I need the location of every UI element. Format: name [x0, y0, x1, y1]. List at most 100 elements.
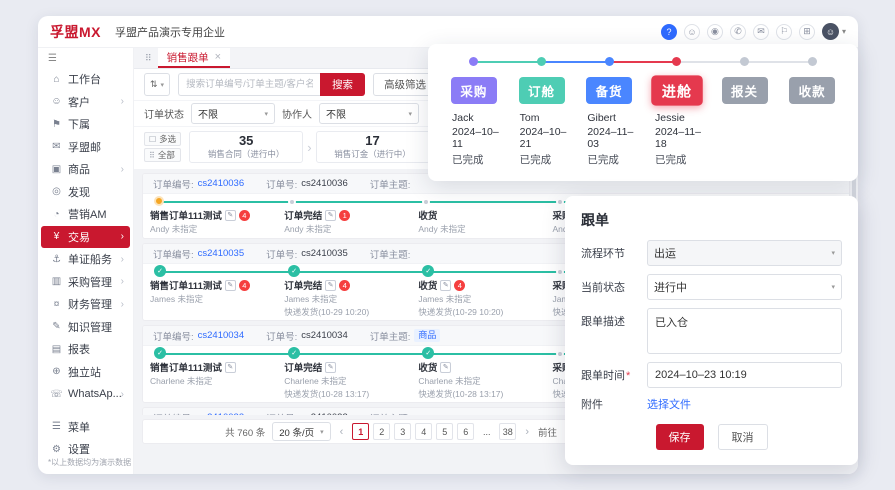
page-button-6[interactable]: 6	[457, 423, 475, 440]
sidebar-item-trade[interactable]: ¥ 交易 ›	[41, 225, 130, 248]
help-icon[interactable]: ?	[660, 23, 677, 40]
flow-stage-button[interactable]: 备货	[586, 77, 633, 104]
chat-icon[interactable]: ✉	[752, 23, 769, 40]
sidebar-item-shipping-docs[interactable]: ⚓ 单证船务 ›	[41, 248, 130, 271]
flow-stage-button[interactable]: 采购	[450, 77, 497, 104]
flow-stage-button[interactable]: 订舱	[518, 77, 565, 104]
sidebar-item-finance[interactable]: ¤ 财务管理 ›	[41, 293, 130, 316]
page-button-1[interactable]: 1	[352, 423, 370, 440]
sidebar-item-subordinates[interactable]: ⚑ 下属	[41, 113, 130, 136]
flow-stage-button[interactable]: 报关	[721, 77, 768, 104]
sidebar-item-knowledge[interactable]: ✎ 知识管理	[41, 316, 130, 339]
next-page-icon[interactable]: ›	[523, 426, 531, 438]
page-button-4[interactable]: 4	[415, 423, 433, 440]
stage-dot-done: ✓	[422, 347, 435, 359]
stage-dot-done: ✓	[288, 265, 301, 277]
order-number-value: cs2410036	[301, 178, 348, 189]
stage-name: 收货	[418, 211, 438, 222]
edit-icon[interactable]: ✎	[325, 361, 337, 373]
edit-icon[interactable]: ✎	[224, 209, 236, 221]
chevron-down-icon[interactable]: ▾	[842, 27, 846, 36]
multi-select-toggle[interactable]: ☐ 多选	[144, 132, 182, 146]
edit-icon[interactable]: ✎	[325, 209, 337, 221]
grid-icon[interactable]: ⠿	[139, 53, 158, 68]
notification-badge: 4	[454, 279, 466, 291]
stage-name: 收货	[418, 363, 438, 374]
stat-segment[interactable]: 17 销售订金（进行中）	[315, 131, 430, 163]
camera-icon[interactable]: ◉	[706, 23, 723, 40]
cancel-button[interactable]: 取消	[717, 424, 768, 450]
order-number-value: cs2410033	[301, 412, 347, 415]
edit-icon[interactable]: ✎	[224, 361, 236, 373]
flow-stage-dot	[469, 57, 479, 66]
current-status-label: 当前状态	[581, 282, 625, 294]
prev-page-icon[interactable]: ‹	[338, 426, 346, 438]
avatar[interactable]: ☺	[821, 23, 839, 40]
stage-assignee: James 未指定	[150, 294, 203, 304]
page-button-3[interactable]: 3	[394, 423, 412, 440]
user-icon[interactable]: ☺	[683, 23, 700, 40]
flow-date: 2024–11–03	[587, 126, 634, 150]
edit-icon[interactable]: ✎	[440, 279, 452, 291]
bell-icon[interactable]: ⚐	[775, 23, 792, 40]
whatsapp-icon[interactable]: ✆	[729, 23, 746, 40]
edit-icon[interactable]: ✎	[325, 279, 337, 291]
sidebar-collapse-icon[interactable]: ☰	[38, 51, 133, 68]
collaborator-select[interactable]: 不限 ▾	[319, 103, 419, 124]
order-no-label: 订单编号:	[153, 249, 194, 261]
order-theme-tag[interactable]: 商品	[414, 329, 441, 342]
order-number-group: 订单号: cs2410033	[266, 411, 348, 415]
select-all-toggle[interactable]: ⠿ 全部	[144, 148, 182, 162]
sidebar-item-reports[interactable]: ▤ 报表	[41, 338, 130, 361]
sidebar-item-workbench[interactable]: ⌂ 工作台	[41, 68, 130, 91]
sidebar-item-discover[interactable]: ◎ 发现	[41, 181, 130, 204]
order-no-link[interactable]: cs2410034	[198, 330, 244, 341]
order-status-select[interactable]: 不限 ▾	[191, 103, 275, 124]
avatar-glyph: ☺	[825, 26, 836, 37]
stat-segment[interactable]: 35 销售合同（进行中）	[189, 131, 304, 163]
sidebar-item-whatsapp[interactable]: ☏ WhatsAp... ›	[41, 383, 130, 406]
sidebar-item-marketing-am[interactable]: ◔ 营销AM	[41, 203, 130, 226]
required-asterisk: *	[626, 370, 631, 382]
search-input[interactable]	[178, 73, 321, 96]
sidebar-item-customers[interactable]: ☺ 客户 ›	[41, 91, 130, 114]
timeline-stage: 销售订单111测试 ✎ 4 James 未指定	[150, 278, 284, 305]
tab-sales-followup[interactable]: 销售跟单 ×	[157, 48, 231, 68]
current-status-select[interactable]: 进行中 ▾	[647, 274, 842, 300]
sidebar-item-label: 独立站	[68, 366, 101, 379]
apps-icon[interactable]: ⊞	[798, 23, 815, 40]
sidebar-item-fumeng-mail[interactable]: ✉ 孚盟邮	[41, 136, 130, 159]
description-textarea[interactable]	[647, 308, 842, 354]
sidebar-item-menu[interactable]: ☰ 菜单	[41, 416, 130, 439]
close-icon[interactable]: ×	[215, 51, 221, 63]
order-number-label: 订单号:	[266, 331, 298, 343]
choose-file-link[interactable]: 选择文件	[647, 396, 691, 412]
order-no-link[interactable]: cs2410033	[198, 412, 244, 415]
edit-icon[interactable]: ✎	[440, 361, 452, 373]
page-button-5[interactable]: 5	[436, 423, 454, 440]
flow-status: 已完成	[519, 154, 552, 166]
search-type-dropdown[interactable]: ⇅ ▾	[144, 73, 171, 96]
flow-assignee: Jessie	[655, 112, 685, 124]
chevron-right-icon: ›	[120, 231, 124, 243]
timeline-stage: 订单完结 ✎ Charlene 未指定 快递发货(10-28 13:17)	[284, 360, 418, 400]
page-button-2[interactable]: 2	[373, 423, 391, 440]
flow-stage-button[interactable]: 进舱	[651, 75, 703, 106]
save-button[interactable]: 保存	[655, 424, 704, 450]
sidebar-item-products[interactable]: ▣ 商品 ›	[41, 158, 130, 181]
stage-name: 销售订单111测试	[150, 211, 222, 222]
page-size-select[interactable]: 20 条/页 ▾	[272, 422, 331, 441]
sidebar-item-purchasing[interactable]: ▥ 采购管理 ›	[41, 271, 130, 294]
time-input[interactable]	[647, 362, 842, 388]
process-stage-select[interactable]: 出运 ▾	[647, 240, 842, 266]
search-button[interactable]: 搜索	[320, 73, 366, 96]
flow-stage-button[interactable]: 收款	[789, 77, 836, 104]
page-button-38[interactable]: 38	[499, 423, 517, 440]
edit-icon[interactable]: ✎	[224, 279, 236, 291]
subordinate-icon: ⚑	[52, 118, 61, 130]
order-no-label: 订单编号:	[153, 331, 194, 343]
sidebar-item-independent-site[interactable]: ⊕ 独立站	[41, 361, 130, 384]
order-no-link[interactable]: cs2410036	[198, 178, 244, 189]
order-no-label: 订单编号:	[153, 411, 194, 416]
order-no-link[interactable]: cs2410035	[198, 248, 244, 259]
